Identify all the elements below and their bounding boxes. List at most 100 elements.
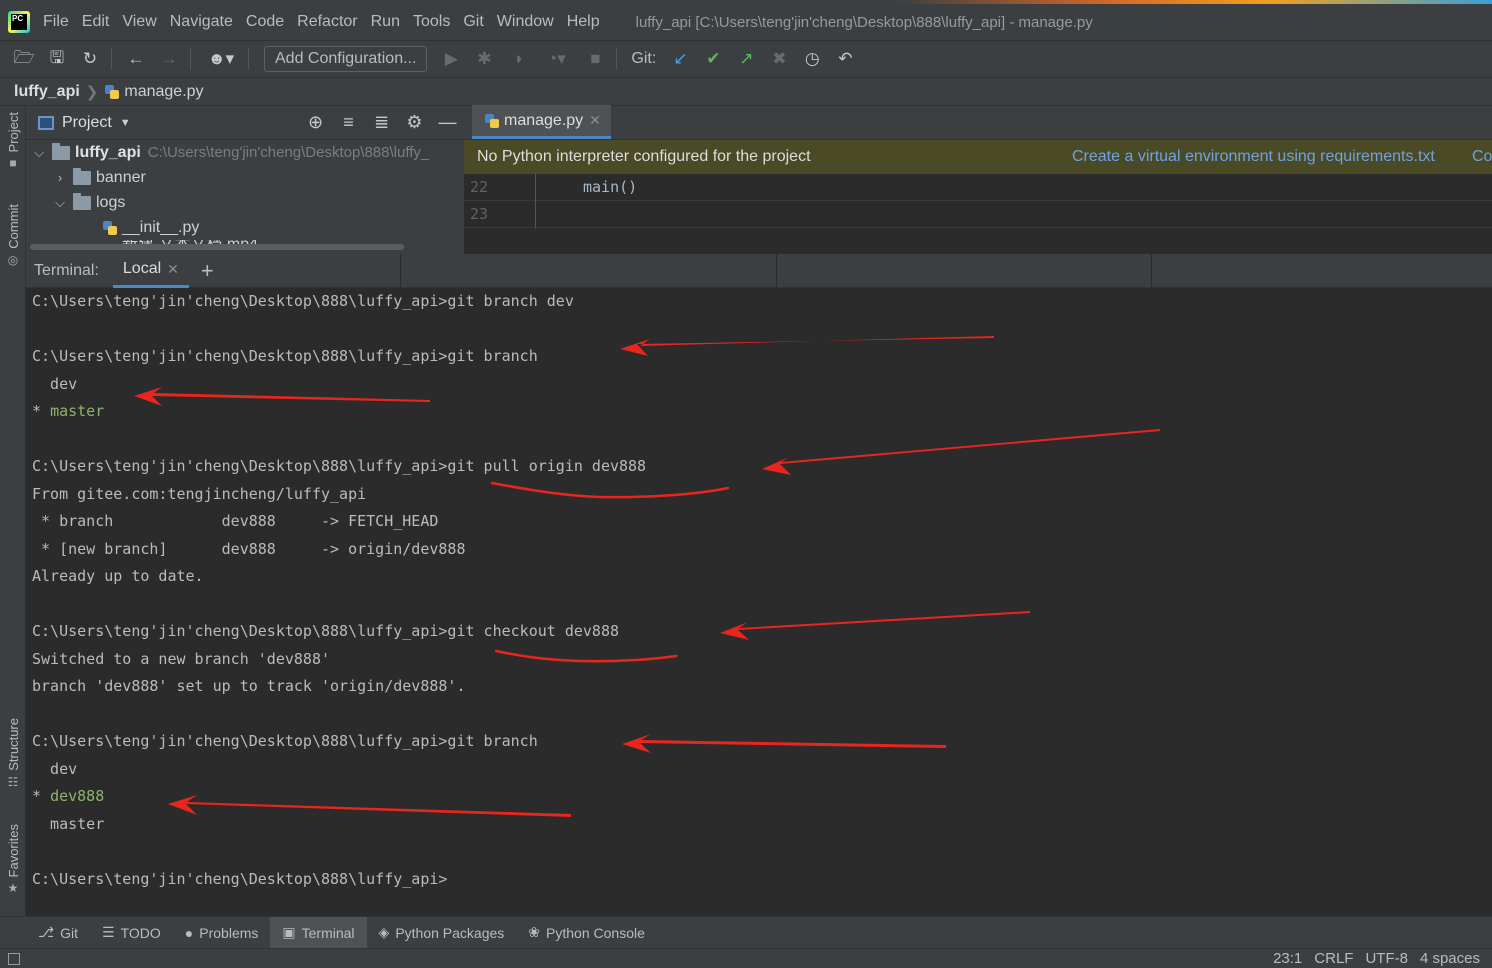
line-number: 22 [464, 173, 536, 201]
interpreter-notice: No Python interpreter configured for the… [464, 140, 1492, 174]
locate-icon[interactable]: ⊕ [299, 112, 332, 133]
main-toolbar: 🗁 🖫 ↻ ← → ☻▾ Add Configuration... ▶ ✱ ◑ … [0, 40, 1492, 78]
run-icon[interactable]: ▶ [442, 49, 460, 68]
forward-icon[interactable]: → [160, 49, 178, 68]
python-console-tool-button[interactable]: ❀ Python Console [516, 917, 657, 949]
terminal-line: Already up to date. [32, 567, 204, 585]
breadcrumb-project[interactable]: luffy_api [14, 83, 80, 101]
horizontal-scrollbar[interactable] [30, 244, 404, 250]
tab-manage-py[interactable]: manage.py ✕ [472, 105, 611, 139]
tool-window-bar: ⎇ Git ☰ TODO ● Problems ▣ Terminal ◈ Pyt… [0, 916, 1492, 949]
menu-view[interactable]: View [122, 13, 156, 31]
terminal-line: master [32, 814, 105, 833]
menu-git[interactable]: Git [463, 13, 483, 31]
structure-tool-label: Structure [5, 718, 21, 771]
menu-refactor[interactable]: Refactor [297, 13, 357, 31]
project-tool-tab[interactable]: Project ■ [0, 112, 26, 170]
debug-icon[interactable]: ✱ [475, 49, 493, 68]
tree-item-luffy-api[interactable]: ⌵ luffy_api C:\Users\teng'jin'cheng\Desk… [26, 140, 464, 165]
back-icon[interactable]: ← [127, 49, 145, 68]
breadcrumb-file[interactable]: manage.py [124, 83, 203, 101]
terminal-tool-button[interactable]: ▣ Terminal [270, 916, 367, 949]
git-update-icon[interactable]: ↙ [671, 49, 689, 68]
tree-item-init-py[interactable]: __init__.py [26, 215, 464, 240]
tree-item-logs[interactable]: ⌵ logs [26, 190, 464, 215]
menu-file[interactable]: File [43, 13, 69, 31]
commit-tool-tab[interactable]: Commit ◎ [0, 204, 26, 267]
sync-icon[interactable]: ↻ [81, 49, 99, 68]
stop-icon[interactable]: ■ [586, 49, 604, 68]
terminal-line: C:\Users\teng'jin'cheng\Desktop\888\luff… [32, 732, 538, 750]
menu-run[interactable]: Run [371, 13, 400, 31]
collapse-all-icon[interactable]: ≣ [365, 112, 398, 133]
menu-window[interactable]: Window [497, 13, 554, 31]
create-venv-link[interactable]: Create a virtual environment using requi… [1072, 148, 1435, 166]
tree-item-label: luffy_api [75, 143, 141, 161]
structure-tool-tab[interactable]: Structure ☷ [0, 718, 26, 789]
file-encoding[interactable]: UTF-8 [1365, 950, 1408, 967]
open-folder-icon[interactable]: 🗁 [13, 48, 34, 68]
git-tool-button[interactable]: ⎇ Git [26, 917, 90, 949]
menu-tools[interactable]: Tools [413, 13, 450, 31]
user-icon[interactable]: ☻▾ [206, 49, 236, 68]
python-packages-tool-button[interactable]: ◈ Python Packages [367, 917, 517, 949]
git-push-icon[interactable]: ↗ [737, 49, 755, 68]
tree-item-label: logs [96, 193, 126, 211]
git-branch-icon: ⎇ [38, 924, 55, 940]
close-icon[interactable]: ✕ [589, 112, 601, 129]
new-terminal-icon[interactable]: + [201, 258, 214, 284]
git-rollback-icon[interactable]: ↶ [836, 49, 854, 68]
menu-code[interactable]: Code [246, 13, 284, 31]
terminal-line: * branch dev888 -> FETCH_HEAD [32, 512, 439, 530]
header-divider [776, 254, 777, 288]
terminal-line: branch 'dev888' set up to track 'origin/… [32, 677, 466, 695]
tool-label: TODO [120, 924, 161, 941]
status-bar: 23:1 CRLF UTF-8 4 spaces [0, 948, 1492, 968]
python-file-icon [484, 113, 500, 129]
tab-label: manage.py [504, 111, 584, 129]
window-title: luffy_api [C:\Users\teng'jin'cheng\Deskt… [635, 13, 1093, 31]
todo-tool-button[interactable]: ☰ TODO [90, 917, 173, 949]
gear-icon[interactable]: ⚙ [398, 112, 431, 133]
project-view-icon [38, 115, 54, 130]
tree-item-path: C:\Users\teng'jin'cheng\Desktop\888\luff… [147, 144, 430, 161]
expand-all-icon[interactable]: ≡ [332, 112, 365, 133]
favorites-tool-tab[interactable]: Favorites ★ [0, 824, 26, 895]
tab-terminal-local[interactable]: Local ✕ [112, 254, 189, 288]
menu-edit[interactable]: Edit [82, 13, 110, 31]
add-configuration-button[interactable]: Add Configuration... [264, 46, 428, 72]
terminal-output[interactable]: C:\Users\teng'jin'cheng\Desktop\888\luff… [26, 288, 1492, 916]
git-history-icon[interactable]: ◷ [803, 49, 821, 68]
terminal-line: * [new branch] dev888 -> origin/dev888 [32, 539, 466, 558]
git-merge-icon[interactable]: ✖ [770, 49, 788, 68]
code-line[interactable]: 23 [464, 200, 1492, 228]
chevron-down-icon[interactable]: ⌵ [53, 195, 67, 211]
tree-item-banner[interactable]: › banner [26, 165, 464, 190]
chevron-down-icon[interactable]: ▼ [120, 117, 131, 129]
git-commit-icon[interactable]: ✔ [704, 49, 722, 68]
menu-help[interactable]: Help [567, 13, 600, 31]
profile-icon[interactable]: ◔▾ [541, 49, 571, 68]
close-icon[interactable]: ✕ [167, 261, 179, 278]
tool-label: Terminal [301, 924, 355, 941]
code-line[interactable]: 22 main() [464, 173, 1492, 201]
line-separator[interactable]: CRLF [1314, 950, 1353, 967]
python-file-icon [102, 220, 118, 236]
coverage-icon[interactable]: ◑ [508, 49, 526, 68]
menu-navigate[interactable]: Navigate [170, 13, 233, 31]
indent-setting[interactable]: 4 spaces [1420, 950, 1480, 967]
project-panel-title[interactable]: Project [62, 114, 112, 132]
toolbar-divider [190, 48, 191, 70]
editor-area: manage.py ✕ No Python interpreter config… [464, 105, 1492, 254]
folder-icon [52, 142, 70, 160]
hide-icon[interactable]: — [431, 112, 464, 133]
configure-link[interactable]: Co [1472, 148, 1492, 166]
toggle-tool-windows-icon[interactable] [8, 952, 20, 965]
problems-tool-button[interactable]: ● Problems [173, 917, 271, 949]
chevron-right-icon[interactable]: › [53, 170, 67, 185]
left-tool-stripe: Project ■ Commit ◎ Structure ☷ Favorites… [0, 106, 26, 916]
save-icon[interactable]: 🖫 [48, 48, 66, 68]
caret-position[interactable]: 23:1 [1273, 950, 1302, 967]
chevron-down-icon[interactable]: ⌵ [32, 145, 46, 161]
